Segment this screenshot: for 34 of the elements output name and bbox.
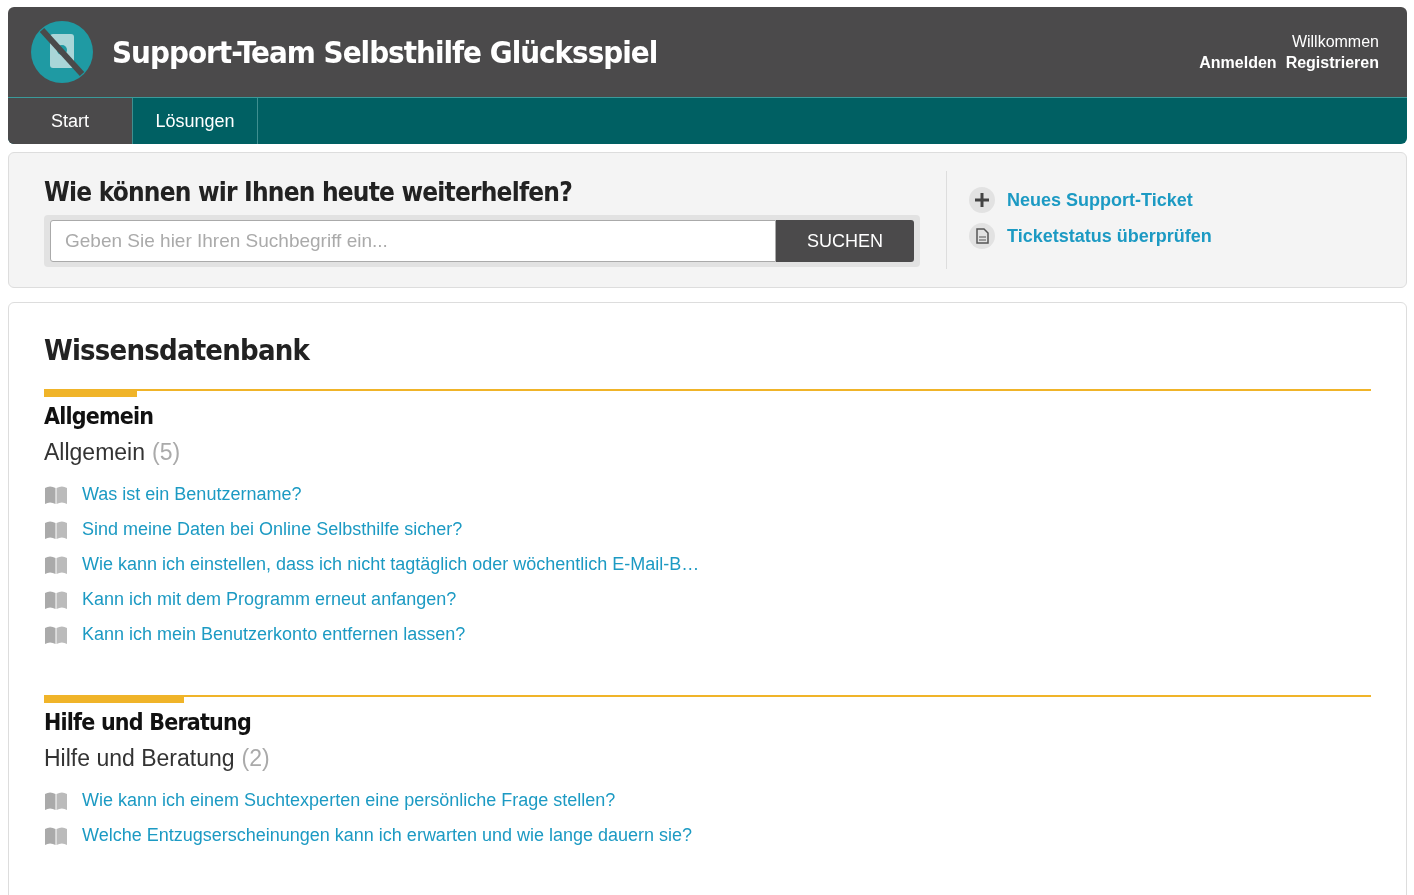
search-heading: Wie können wir Ihnen heute weiterhelfen? [44, 177, 573, 207]
account-link[interactable]: Anmelden [1199, 53, 1277, 72]
article-count: (5) [152, 439, 181, 466]
book-icon [44, 624, 68, 645]
article-link[interactable]: Was ist ein Benutzername? [82, 484, 302, 505]
article-count: (2) [241, 745, 270, 772]
book-icon [44, 519, 68, 540]
article-link[interactable]: Wie kann ich einem Suchtexperten eine persönliche Frage stellen? [82, 790, 616, 811]
search-button[interactable]: SUCHEN [776, 220, 914, 262]
document-icon [969, 223, 995, 249]
article-link[interactable]: Kann ich mit dem Programm erneut anfangen? [82, 589, 457, 610]
account-link[interactable]: Registrieren [1285, 53, 1379, 72]
article-link[interactable]: Wie kann ich einstellen, dass ich nicht tagtäglich oder wöchentlich E-Mail-B… [82, 554, 700, 575]
section-title: Wissensdatenbank [44, 333, 311, 367]
search-field[interactable]: Geben Sie hier Ihren Suchbegriff ein... [50, 220, 776, 262]
action-link[interactable]: Neues Support-Ticket [1007, 189, 1193, 211]
book-icon [44, 554, 68, 575]
welcome-text: Willkommen [1291, 32, 1379, 51]
plus-icon [969, 187, 995, 213]
logo-icon [30, 20, 94, 84]
category-title: Hilfe und Beratung [44, 709, 252, 735]
article-link[interactable]: Sind meine Daten bei Online Selbsthilfe sicher? [82, 519, 463, 540]
folder-link[interactable]: Allgemein [44, 439, 145, 466]
category-title: Allgemein [44, 403, 155, 429]
site-title: Support-Team Selbsthilfe Glücksspiel [112, 34, 658, 70]
nav-tab[interactable]: Start [8, 98, 133, 144]
book-icon [44, 790, 68, 811]
article-link[interactable]: Kann ich mein Benutzerkonto entfernen lassen? [82, 624, 466, 645]
article-link[interactable]: Welche Entzugserscheinungen kann ich erwarten und wie lange dauern sie? [82, 825, 693, 846]
book-icon [44, 589, 68, 610]
folder-link[interactable]: Hilfe und Beratung [44, 745, 235, 772]
action-link[interactable]: Ticketstatus überprüfen [1007, 225, 1212, 247]
book-icon [44, 484, 68, 505]
book-icon [44, 825, 68, 846]
